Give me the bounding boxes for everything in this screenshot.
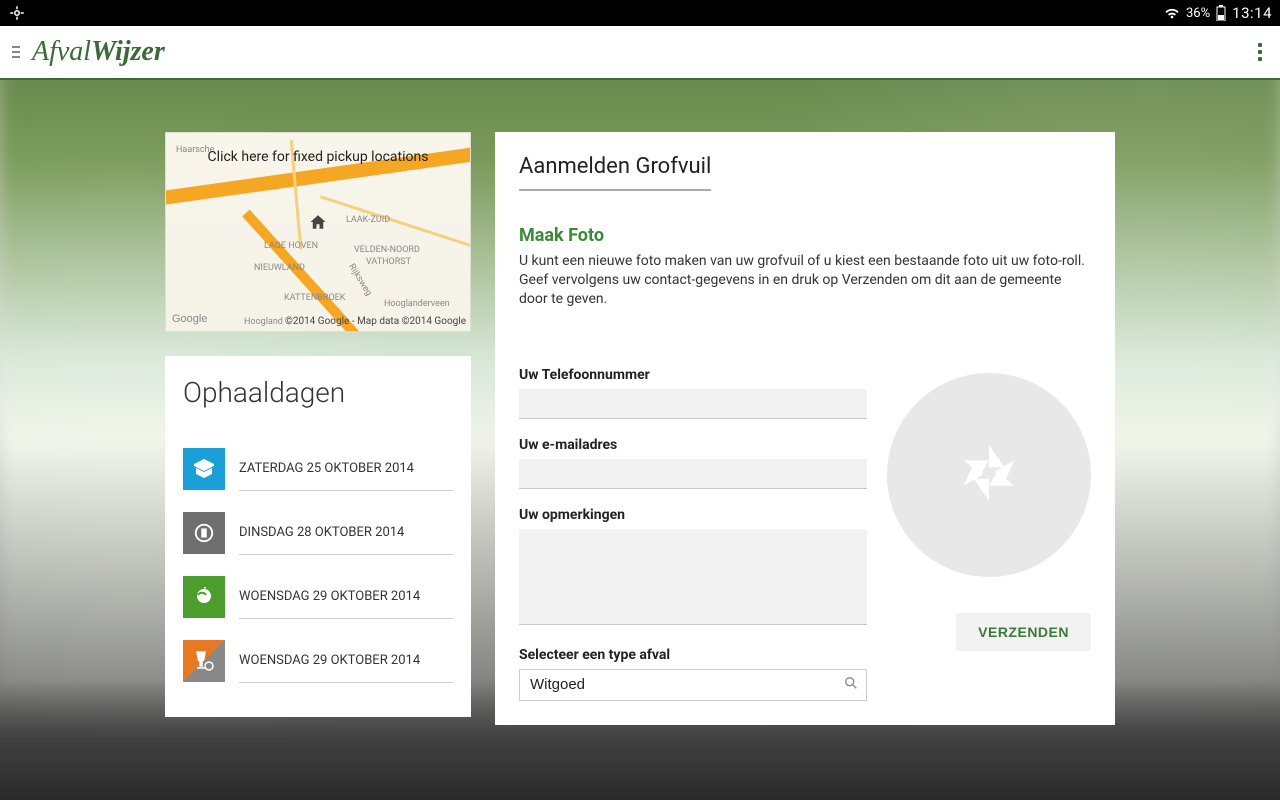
remarks-label: Uw opmerkingen <box>519 507 867 523</box>
map-label: KATTENBROEK <box>284 293 345 303</box>
wifi-icon <box>1164 5 1180 21</box>
map-label: Hooglanderveen <box>384 299 450 309</box>
app-title-afval: Afval <box>32 36 91 67</box>
map-google-logo: Google <box>172 313 207 325</box>
gps-icon <box>8 4 26 22</box>
search-icon <box>843 675 859 695</box>
map-label: VATHORST <box>366 257 411 267</box>
list-item[interactable]: DINSDAG 28 OKTOBER 2014 <box>183 501 453 565</box>
list-item[interactable]: WOENSDAG 29 OKTOBER 2014 <box>183 565 453 629</box>
map-overlay-text: Click here for fixed pickup locations <box>166 149 470 165</box>
app-title-wijzer: Wijzer <box>91 36 165 67</box>
section-heading: Maak Foto <box>519 225 1091 246</box>
phone-input[interactable] <box>519 389 867 419</box>
pickup-date: DINSDAG 28 OKTOBER 2014 <box>239 525 453 555</box>
phone-label: Uw Telefoonnummer <box>519 367 867 383</box>
map-attribution: ©2014 Google - Map data ©2014 Google <box>285 316 466 327</box>
map-label: NIEUWLAND <box>254 263 305 273</box>
list-item[interactable]: WOENSDAG 29 OKTOBER 2014 <box>183 629 453 693</box>
hamburger-icon[interactable] <box>12 46 20 58</box>
battery-icon <box>1216 5 1226 21</box>
map-label: LAAK-ZUID <box>346 215 390 225</box>
remarks-input[interactable] <box>519 529 867 625</box>
overflow-menu-icon[interactable] <box>1252 37 1268 67</box>
map-label: VELDEN-NOORD <box>354 245 420 255</box>
app-header: AfvalWijzer <box>0 26 1280 80</box>
pickup-date: WOENSDAG 29 OKTOBER 2014 <box>239 589 453 619</box>
map-card[interactable]: Haarsche LAAK-ZUID LAGE HOVEN NIEUWLAND … <box>165 132 471 332</box>
pickup-days-card: Ophaaldagen ZATERDAG 25 OKTOBER 2014 DIN… <box>165 356 471 717</box>
pickup-date: ZATERDAG 25 OKTOBER 2014 <box>239 461 453 491</box>
pickup-date: WOENSDAG 29 OKTOBER 2014 <box>239 653 453 683</box>
camera-aperture-icon <box>954 438 1024 512</box>
form-title: Aanmelden Grofvuil <box>519 154 711 191</box>
email-label: Uw e-mailadres <box>519 437 867 453</box>
send-button[interactable]: VERZENDEN <box>956 613 1091 651</box>
box-icon <box>183 448 225 490</box>
email-input[interactable] <box>519 459 867 489</box>
bin-icon <box>183 512 225 554</box>
list-item[interactable]: ZATERDAG 25 OKTOBER 2014 <box>183 437 453 501</box>
pickup-days-title: Ophaaldagen <box>183 376 453 409</box>
organic-icon <box>183 576 225 618</box>
map-label: LAGE HOVEN <box>264 241 318 251</box>
status-clock: 13:14 <box>1232 4 1272 22</box>
type-select[interactable] <box>519 669 867 701</box>
photo-placeholder[interactable] <box>887 373 1091 577</box>
glass-icon <box>183 640 225 682</box>
type-label: Selecteer een type afval <box>519 647 867 663</box>
app-title: AfvalWijzer <box>32 36 165 68</box>
section-description: U kunt een nieuwe foto maken van uw grof… <box>519 252 1091 309</box>
grofvuil-form-card: Aanmelden Grofvuil Maak Foto U kunt een … <box>495 132 1115 725</box>
home-marker-icon <box>309 213 327 235</box>
status-bar: 36% 13:14 <box>0 0 1280 26</box>
pickup-days-list: ZATERDAG 25 OKTOBER 2014 DINSDAG 28 OKTO… <box>183 437 453 693</box>
battery-percentage: 36% <box>1186 6 1210 21</box>
map-label: Hoogland <box>244 317 283 327</box>
